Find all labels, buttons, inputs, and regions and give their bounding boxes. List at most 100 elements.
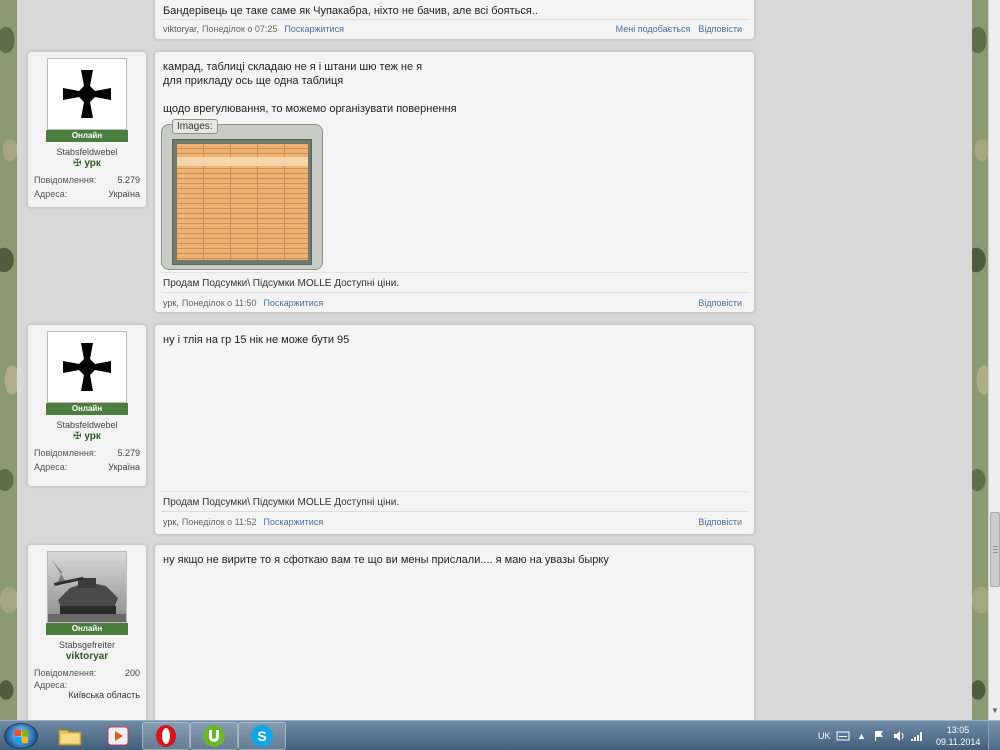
message-text: камрад, таблиці складаю не я і штани шю … — [163, 61, 457, 115]
message-text: Бандерівець це таке саме як Чупакабра, н… — [163, 5, 538, 17]
like-link[interactable]: Мені подобається — [616, 24, 691, 34]
flag-icon[interactable] — [874, 721, 884, 750]
reply-link[interactable]: Відповісти — [698, 517, 742, 527]
show-hidden-icons-icon[interactable]: ▲ — [857, 721, 866, 750]
address-label: Адреса: — [34, 189, 68, 199]
signature[interactable]: Продам Подсумки\ Підсумки MOLLE Доступні… — [163, 497, 399, 508]
show-desktop-button[interactable] — [988, 721, 1000, 750]
network-signal-icon[interactable] — [910, 721, 924, 750]
windows-explorer-icon[interactable] — [46, 722, 94, 750]
message-footer: viktoryar, Понеділок о 07:25 Поскаржитис… — [163, 24, 742, 34]
clock-date: 09.11.2014 — [936, 737, 981, 747]
keyboard-icon[interactable] — [836, 721, 850, 750]
signature[interactable]: Продам Подсумки\ Підсумки MOLLE Доступні… — [163, 278, 399, 289]
address-stat: Адреса: — [34, 680, 140, 690]
user-rank: Stabsgefreiter — [58, 640, 116, 650]
post-date[interactable]: Понеділок о 11:50 — [182, 298, 257, 308]
divider — [161, 292, 748, 293]
user-rank: Stabsfeldwebel — [56, 420, 118, 430]
scroll-down-arrow-icon[interactable]: ▼ — [990, 704, 1000, 718]
user-card: Онлайн Stabsfeldwebel ✠ урк Повідомлення… — [27, 51, 147, 208]
messages-label: Повідомлення: — [34, 448, 97, 458]
report-link[interactable]: Поскаржитися — [264, 517, 324, 527]
online-badge: Онлайн — [46, 130, 128, 142]
utorrent-icon[interactable] — [190, 722, 238, 750]
skype-icon[interactable]: S — [238, 722, 286, 750]
message: ну якщо не вирите то я сфоткаю вам те що… — [154, 544, 755, 720]
grip-line — [993, 546, 998, 547]
volume-icon[interactable] — [893, 721, 905, 750]
username[interactable]: viktoryar — [34, 651, 140, 662]
address-value: Україна — [108, 462, 140, 472]
cross-icon: ✠ — [73, 158, 82, 169]
online-badge: Онлайн — [46, 623, 128, 635]
camo-background-right — [972, 0, 988, 720]
tank-photo — [48, 552, 126, 622]
post-author[interactable]: урк, — [163, 517, 179, 527]
reply-link[interactable]: Відповісти — [698, 24, 742, 34]
user-rank: Stabsfeldwebel — [56, 147, 118, 157]
opera-icon[interactable] — [142, 722, 190, 750]
message-footer: урк, Понеділок о 11:50 Поскаржитися Відп… — [163, 298, 742, 308]
address-label: Адреса: — [34, 462, 68, 472]
message: ну і тлія на гр 15 нік не може бути 95 П… — [154, 324, 755, 535]
messages-count[interactable]: 5.279 — [117, 448, 140, 458]
language-indicator[interactable]: UK — [818, 721, 831, 750]
address-stat: Адреса: Україна — [34, 462, 140, 472]
message-footer: урк, Понеділок о 11:52 Поскаржитися Відп… — [163, 517, 742, 527]
taskbar: S UK ▲ 13:05 09.11.2014 — [0, 720, 1000, 750]
media-player-icon[interactable] — [94, 722, 142, 750]
avatar[interactable] — [47, 58, 127, 130]
skype-logo-icon: S — [251, 725, 273, 747]
messages-stat: Повідомлення: 200 — [34, 668, 140, 678]
post-date[interactable]: Понеділок о 11:52 — [182, 517, 257, 527]
system-clock[interactable]: 13:05 09.11.2014 — [936, 724, 980, 748]
grip-line — [993, 549, 998, 550]
clock-time: 13:05 — [946, 725, 970, 735]
scrollbar-thumb[interactable] — [990, 512, 1000, 587]
address-stat: Адреса: Україна — [34, 189, 140, 199]
online-badge: Онлайн — [46, 403, 128, 415]
message-text: ну і тлія на гр 15 нік не може бути 95 — [163, 334, 350, 346]
folder-icon — [58, 729, 82, 746]
avatar[interactable] — [47, 331, 127, 403]
language-code: UK — [818, 731, 831, 741]
messages-stat: Повідомлення: 5.279 — [34, 175, 140, 185]
camo-background-left — [0, 0, 17, 720]
username-text: урк — [84, 431, 101, 442]
address-label: Адреса: — [34, 680, 68, 690]
svg-text:S: S — [257, 728, 266, 744]
message-top: Бандерівець це таке саме як Чупакабра, н… — [154, 0, 755, 40]
user-card: Онлайн Stabsfeldwebel ✠ урк Повідомлення… — [27, 324, 147, 487]
attached-images: Images: — [161, 119, 323, 270]
user-card: Онлайн Stabsgefreiter viktoryar Повідомл… — [27, 544, 147, 720]
report-link[interactable]: Поскаржитися — [264, 298, 324, 308]
reply-link[interactable]: Відповісти — [698, 298, 742, 308]
windows-logo-icon — [15, 730, 28, 743]
divider — [161, 511, 748, 512]
messages-label: Повідомлення: — [34, 175, 97, 185]
messages-count[interactable]: 5.279 — [117, 175, 140, 185]
image-thumbnail[interactable] — [172, 139, 312, 265]
username[interactable]: ✠ урк — [34, 431, 140, 442]
messages-count[interactable]: 200 — [125, 668, 140, 678]
start-button[interactable] — [4, 723, 38, 749]
play-icon — [107, 726, 129, 746]
opera-logo-icon — [156, 725, 176, 747]
post-author[interactable]: урк, — [163, 298, 179, 308]
grip-line — [993, 552, 998, 553]
post-date[interactable]: Понеділок о 07:25 — [202, 24, 277, 34]
post-author[interactable]: viktoryar, — [163, 24, 199, 34]
username-text: урк — [84, 158, 101, 169]
table-image — [177, 144, 308, 260]
address-value: Київська область — [68, 690, 140, 700]
vertical-scrollbar[interactable]: ▼ — [988, 0, 1000, 720]
avatar[interactable] — [47, 551, 127, 623]
message-text: ну якщо не вирите то я сфоткаю вам те що… — [163, 554, 609, 566]
messages-stat: Повідомлення: 5.279 — [34, 448, 140, 458]
images-label: Images: — [172, 119, 218, 134]
report-link[interactable]: Поскаржитися — [284, 24, 344, 34]
iron-cross-icon — [63, 70, 111, 118]
username[interactable]: ✠ урк — [34, 158, 140, 169]
address-value: Україна — [108, 189, 140, 199]
